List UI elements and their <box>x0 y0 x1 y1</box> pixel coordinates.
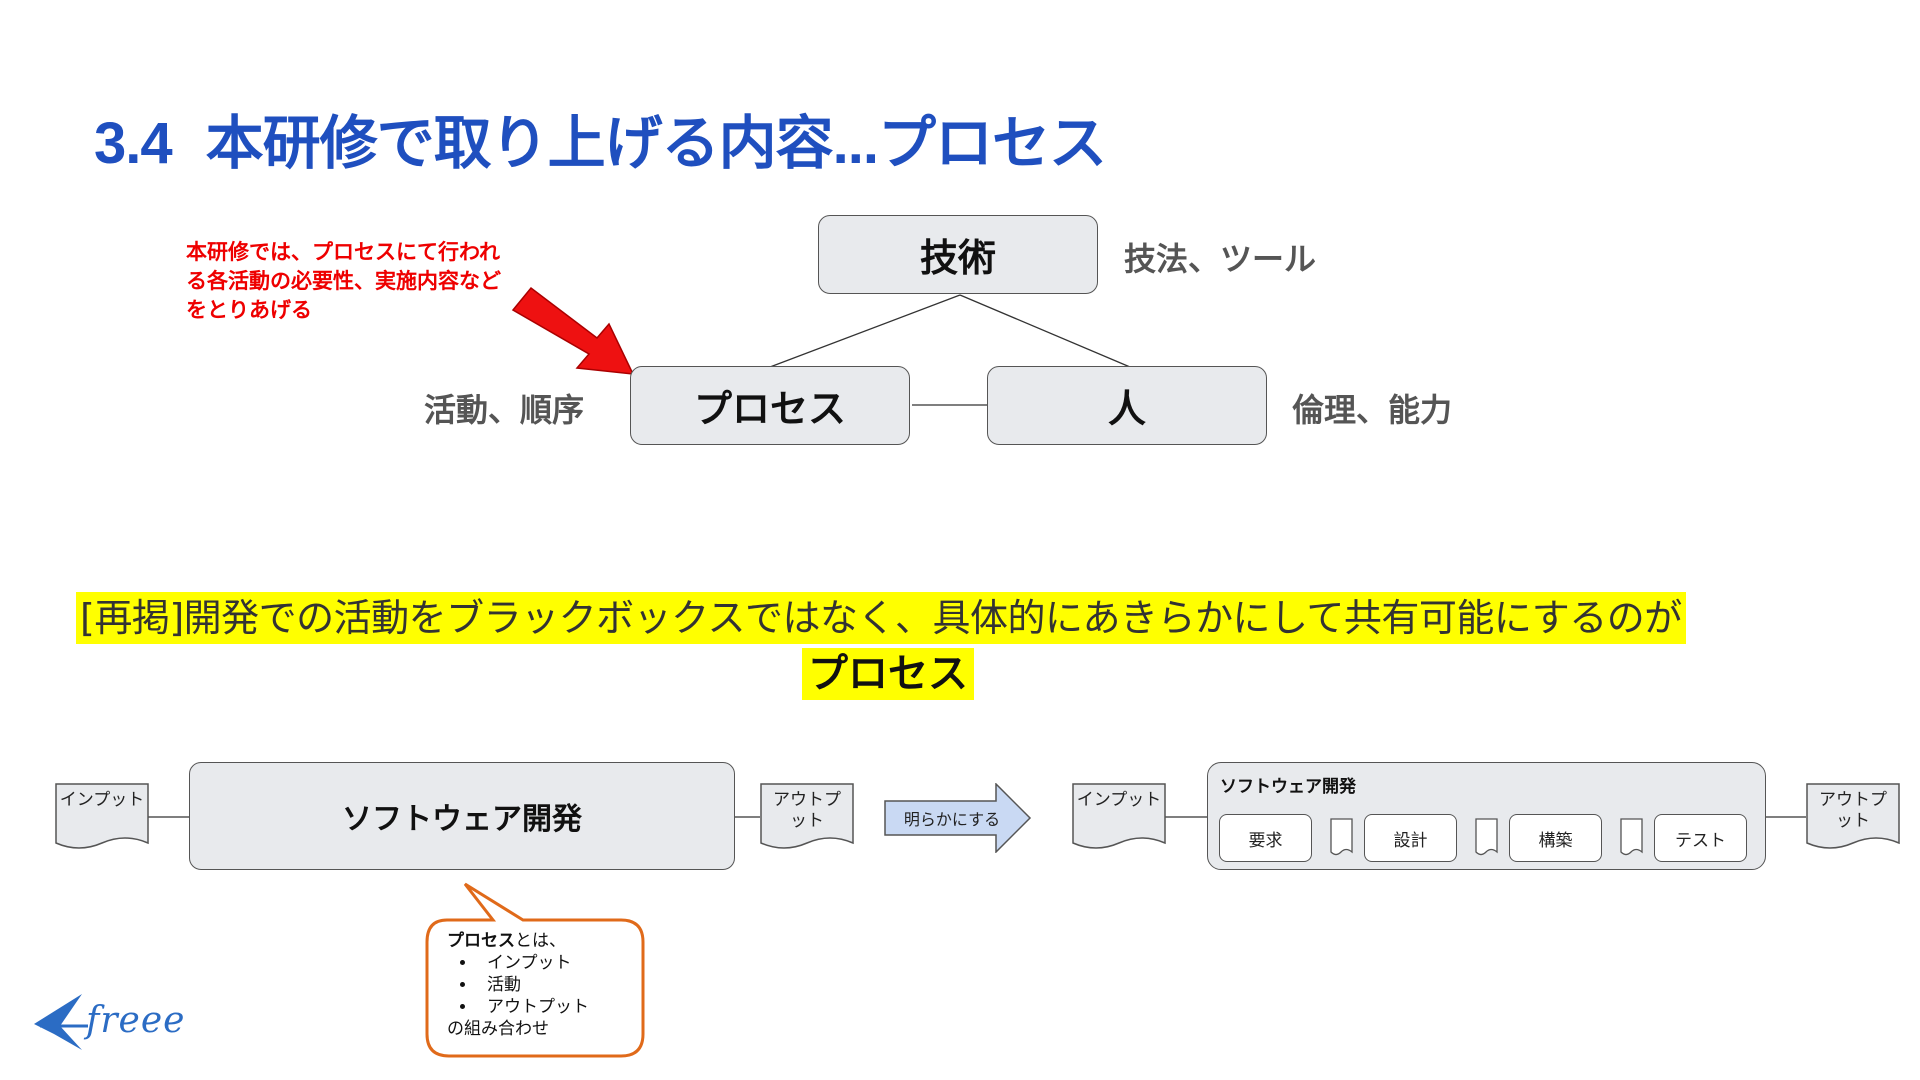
step-test: テスト <box>1654 814 1747 862</box>
box-software-dev: ソフトウェア開発 <box>189 762 735 870</box>
bird-logo-icon <box>34 994 88 1050</box>
input-label-left: インプット <box>59 790 145 810</box>
box-software-dev-label: ソフトウェア開発 <box>342 802 582 837</box>
callout-list: インプット 活動 アウトプット <box>447 952 637 1018</box>
step-requirements-label: 要求 <box>1248 830 1283 851</box>
doc-icon-1 <box>1330 818 1353 856</box>
step-design-label: 設計 <box>1393 830 1428 851</box>
step-test-label: テスト <box>1675 830 1726 851</box>
callout-item: インプット <box>477 952 637 974</box>
callout-text: プロセスとは、 インプット 活動 アウトプット の組み合わせ <box>447 930 637 1040</box>
callout-item: 活動 <box>477 974 637 996</box>
callout-lead-rest: とは、 <box>515 931 566 951</box>
output-label-left: アウトプット <box>773 790 841 831</box>
step-build: 構築 <box>1509 814 1602 862</box>
step-build-label: 構築 <box>1538 830 1573 851</box>
output-label-right: アウトプット <box>1819 790 1887 831</box>
callout-item: アウトプット <box>477 996 637 1018</box>
step-design: 設計 <box>1364 814 1457 862</box>
arrow-label: 明らかにする <box>903 810 1001 829</box>
doc-icon-3 <box>1620 818 1643 856</box>
callout-lead: プロセスとは、 <box>447 930 637 952</box>
callout-tail: の組み合わせ <box>447 1019 549 1039</box>
logo-text: freee <box>86 1000 186 1041</box>
flow-connectors <box>148 816 1806 842</box>
input-label-right: インプット <box>1076 790 1162 810</box>
callout-lead-bold: プロセス <box>447 931 515 951</box>
container-title: ソフトウェア開発 <box>1220 777 1356 797</box>
doc-icon-2 <box>1475 818 1498 856</box>
step-requirements: 要求 <box>1219 814 1312 862</box>
